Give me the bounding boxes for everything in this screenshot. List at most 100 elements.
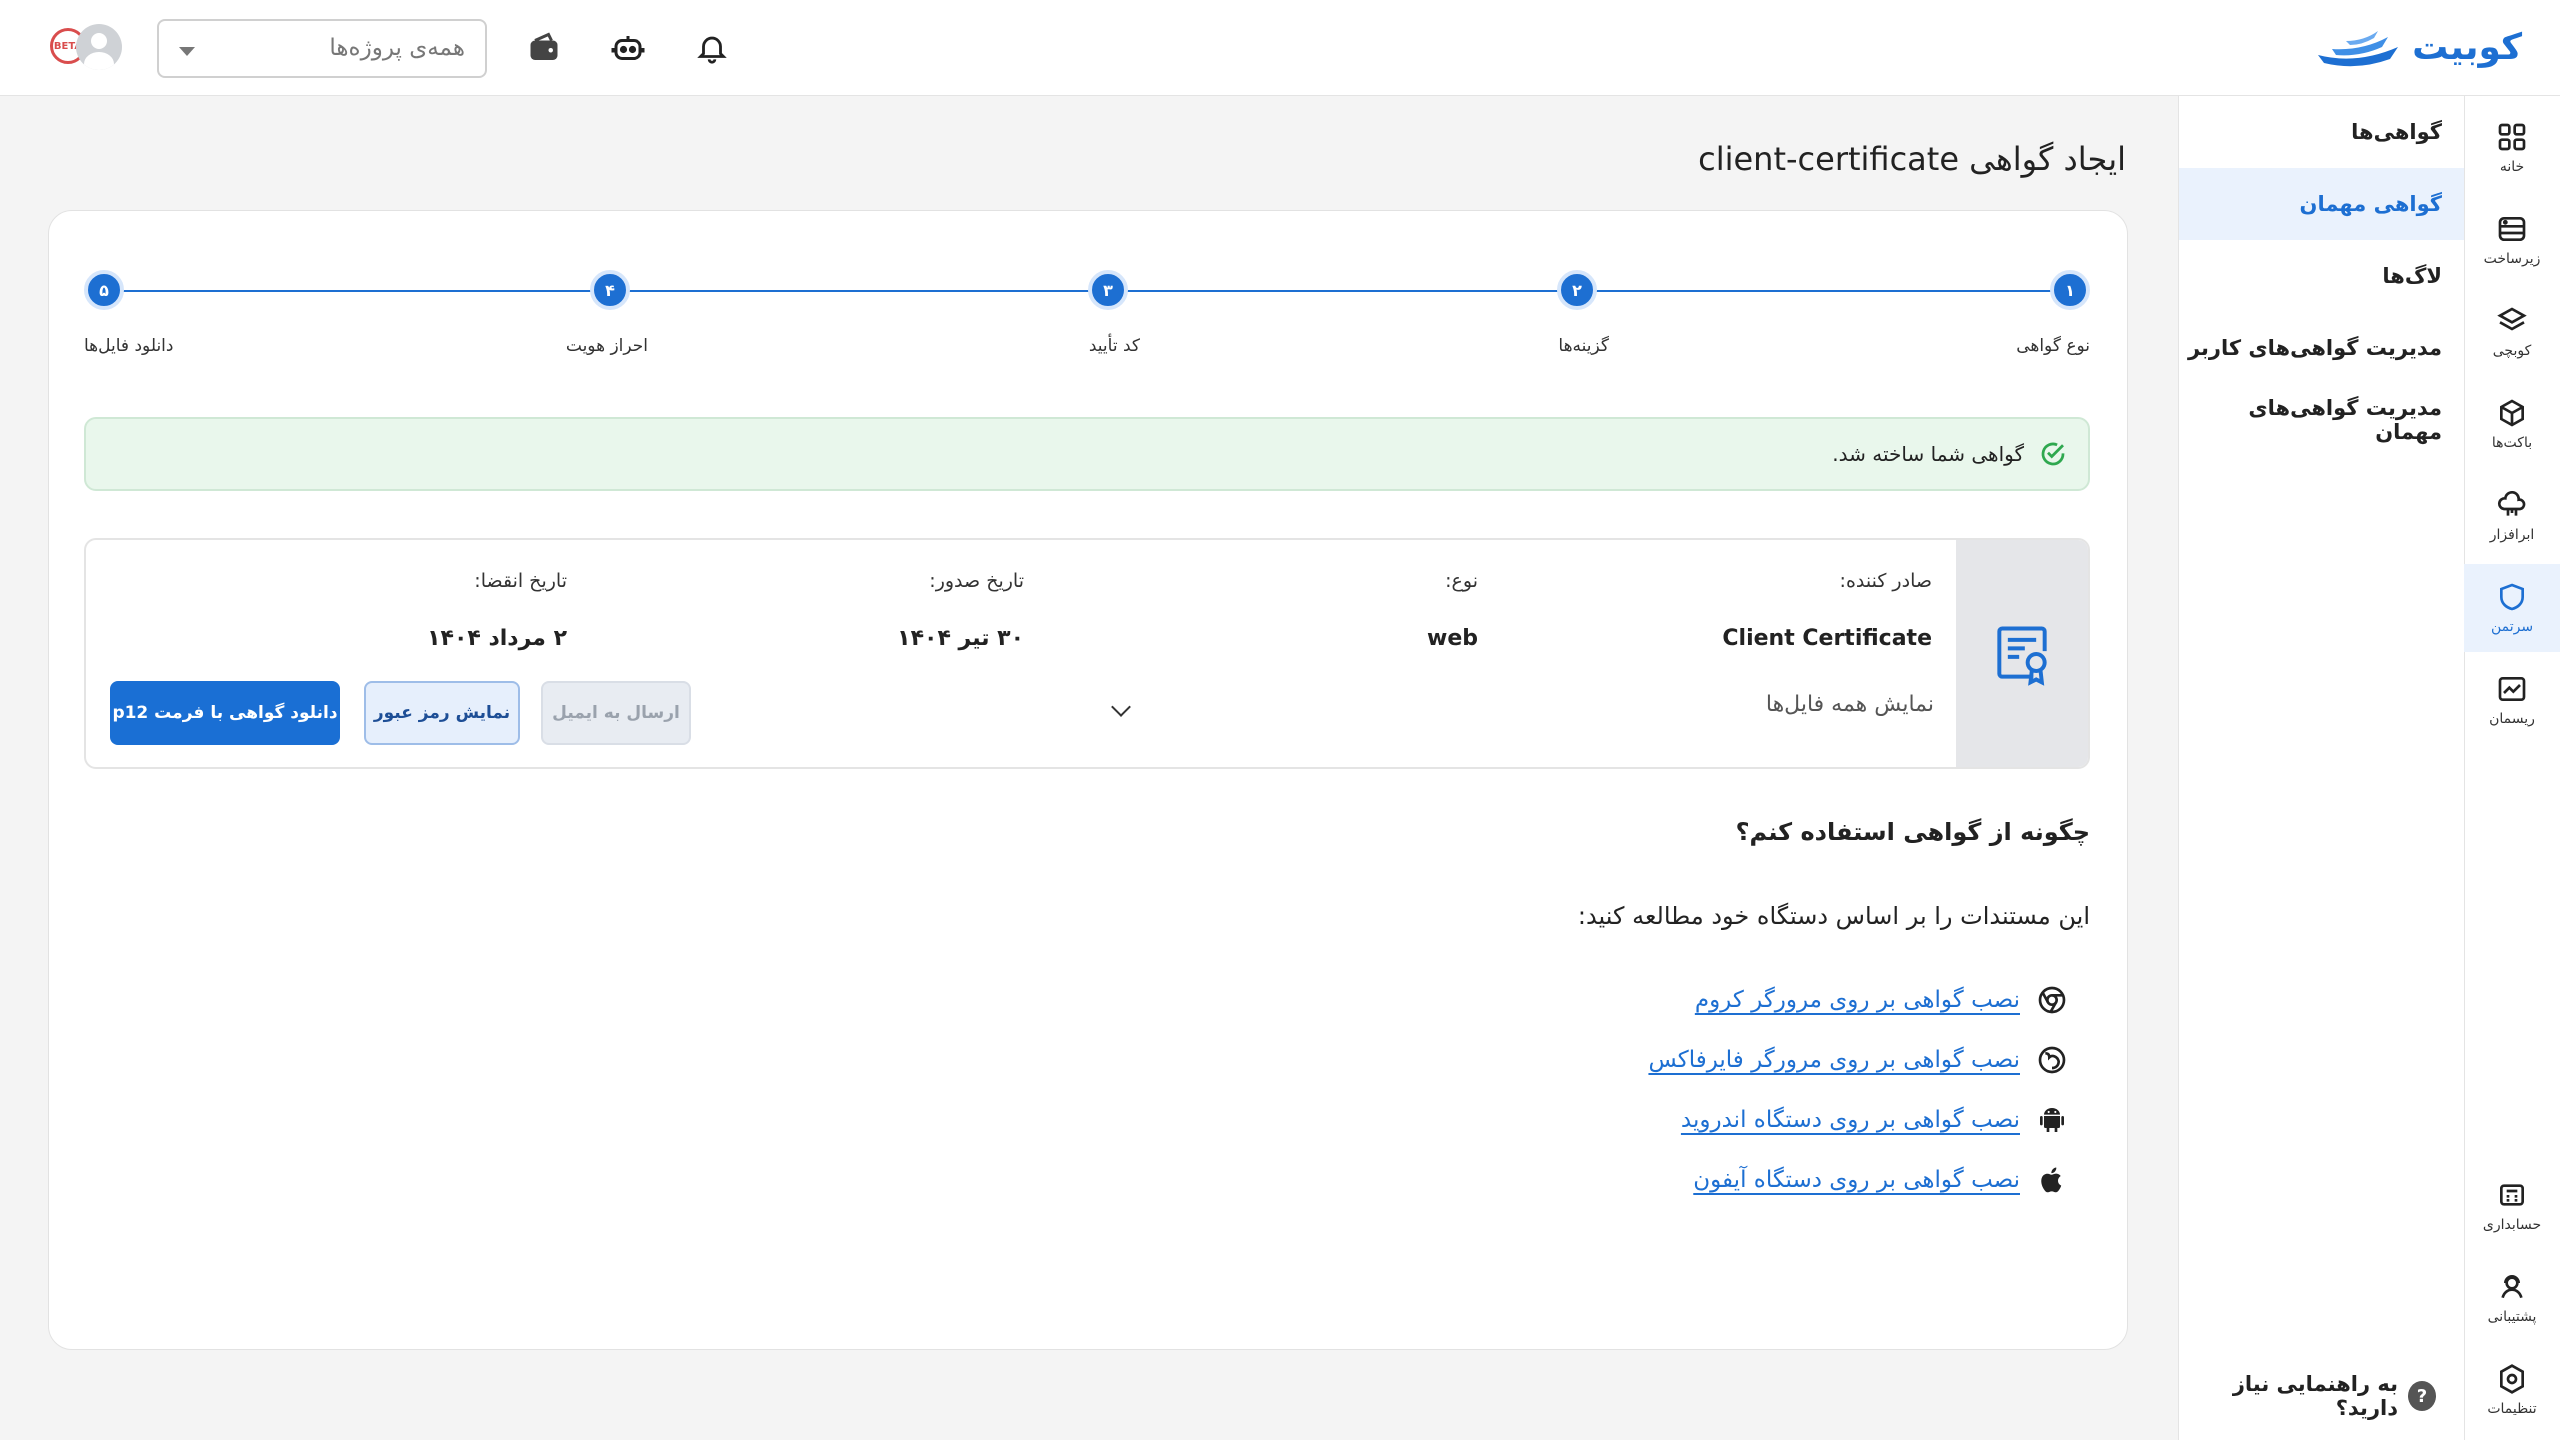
brand-logo[interactable]: کوبیت (2312, 22, 2522, 72)
rail-label: خانه (2499, 159, 2525, 175)
doc-link-label[interactable]: نصب گواهی بر روی مرورگر کروم (1695, 987, 2020, 1013)
certificate-icon (1997, 626, 2047, 686)
subnav-item-logs[interactable]: لاگ‌ها (2179, 240, 2464, 312)
check-circle-icon (2041, 442, 2065, 466)
rail-label: حسابداری (2482, 1217, 2542, 1233)
grid-icon (2498, 123, 2526, 151)
rail-label: ریسمان (2489, 711, 2535, 727)
type-label: نوع: (1445, 570, 1478, 592)
step-3: ۳ کد تأیید (1088, 270, 1140, 356)
top-bar: کوبیت همه‌ی پروژه‌ها BETA (0, 0, 2560, 96)
stepper: ۱ نوع گواهی ۲ گزینه‌ها ۳ کد تأیید ۴ احرا… (84, 270, 2090, 360)
subnav-item-user-certificates[interactable]: مدیریت گواهی‌های کاربر (2179, 312, 2464, 384)
doc-link-android[interactable]: نصب گواهی بر روی دستگاه اندروید (1681, 1102, 2070, 1138)
boat-logo-icon (2318, 31, 2399, 67)
step-label: گزینه‌ها (1558, 336, 1609, 356)
step-number: ۲ (1557, 270, 1597, 310)
rail-label: کوبچی (2492, 343, 2532, 359)
success-alert: گواهی شما ساخته شد. (84, 417, 2090, 491)
type-value: web (1427, 626, 1478, 651)
chevron-down-icon (179, 47, 195, 56)
rail-item-settings[interactable]: تنظیمات (2464, 1346, 2560, 1434)
chevron-down-icon[interactable] (1111, 697, 1131, 717)
android-icon (2034, 1102, 2070, 1138)
expiry-date-label: تاریخ انقضا: (474, 570, 567, 592)
doc-link-label[interactable]: نصب گواهی بر روی دستگاه آیفون (1693, 1167, 2020, 1193)
stepper-line (104, 290, 2070, 292)
rail-item-accounting[interactable]: حسابداری (2464, 1162, 2560, 1250)
shield-icon (2500, 583, 2524, 611)
rail-item-home[interactable]: خانه (2464, 104, 2560, 192)
sub-navigation: گواهی‌ها گواهی مهمان لاگ‌ها مدیریت گواهی… (2178, 96, 2464, 1440)
certificate-icon-box (1956, 540, 2088, 767)
alert-message: گواهی شما ساخته شد. (1832, 442, 2024, 466)
question-icon: ? (2408, 1381, 2436, 1411)
step-1: ۱ نوع گواهی (2016, 270, 2090, 356)
step-number: ۳ (1088, 270, 1128, 310)
doc-link-iphone[interactable]: نصب گواهی بر روی دستگاه آیفون (1693, 1162, 2070, 1198)
rail-label: زیرساخت (2483, 251, 2541, 267)
step-5: ۵ دانلود فایل‌ها (84, 270, 173, 356)
firefox-icon (2034, 1042, 2070, 1078)
doc-link-firefox[interactable]: نصب گواهی بر روی مرورگر فایرفاکس (1648, 1042, 2070, 1078)
step-2: ۲ گزینه‌ها (1557, 270, 1609, 356)
cube-icon (2500, 399, 2524, 427)
subnav-item-guest-certificate[interactable]: گواهی مهمان (2179, 168, 2464, 240)
subnav-item-certificates[interactable]: گواهی‌ها (2179, 96, 2464, 168)
project-select[interactable]: همه‌ی پروژه‌ها (157, 19, 487, 78)
rail-item-cloud-apps[interactable]: ابرافزار (2464, 472, 2560, 560)
step-label: دانلود فایل‌ها (84, 336, 174, 356)
doc-link-label[interactable]: نصب گواهی بر روی دستگاه اندروید (1681, 1107, 2020, 1133)
chrome-icon (2034, 982, 2070, 1018)
rail-label: سرتمن (2490, 619, 2534, 635)
rail-item-sertman[interactable]: سرتمن (2464, 564, 2560, 652)
howto-title: چگونه از گواهی استفاده کنم؟ (1735, 818, 2090, 846)
howto-subtitle: این مستندات را بر اساس دستگاه خود مطالعه… (1577, 902, 2090, 930)
rail-label: پشتیبانی (2487, 1309, 2537, 1325)
calculator-icon (2500, 1184, 2524, 1206)
settings-icon (2500, 1364, 2524, 1394)
step-number: ۴ (590, 270, 630, 310)
rail-item-support[interactable]: پشتیبانی (2464, 1254, 2560, 1342)
step-label: احراز هویت (565, 336, 648, 356)
robot-assistant-icon[interactable] (604, 24, 652, 72)
rail-item-infrastructure[interactable]: زیرساخت (2464, 196, 2560, 284)
show-password-button[interactable]: نمایش رمز عبور (364, 681, 520, 745)
cloud-app-icon (2497, 491, 2526, 516)
help-text: به راهنمایی نیاز دارید؟ (2232, 1372, 2399, 1420)
help-link[interactable]: ? به راهنمایی نیاز دارید؟ (2179, 1372, 2436, 1420)
notification-bell-icon[interactable] (688, 24, 736, 72)
download-p12-button[interactable]: دانلود گواهی با فرمت p12 (110, 681, 340, 745)
step-label: نوع گواهی (2016, 336, 2090, 356)
page-title: ایجاد گواهی client-certificate (1698, 140, 2126, 178)
rail-label: باکت‌ها (2491, 435, 2533, 451)
issuer-label: صادر کننده: (1839, 570, 1932, 592)
issue-date-label: تاریخ صدور: (929, 570, 1024, 592)
rail-item-risman[interactable]: ریسمان (2464, 656, 2560, 744)
user-menu[interactable]: BETA (48, 22, 124, 74)
main-rail: خانه زیرساخت کوبچی باکت‌ها ابرافزار سرتم… (2464, 96, 2560, 1440)
apple-icon (2034, 1162, 2070, 1198)
subnav-item-guest-certificates[interactable]: مدیریت گواهی‌های مهمان (2179, 384, 2464, 456)
doc-link-label[interactable]: نصب گواهی بر روی مرورگر فایرفاکس (1648, 1047, 2020, 1073)
rail-label: تنظیمات (2487, 1401, 2537, 1417)
layers-icon (2497, 307, 2527, 331)
chart-icon (2498, 677, 2526, 701)
rail-item-buckets[interactable]: باکت‌ها (2464, 380, 2560, 468)
certificate-card: صادر کننده: Client Certificate نوع: web … (84, 538, 2090, 769)
support-icon (2501, 1275, 2523, 1299)
doc-link-chrome[interactable]: نصب گواهی بر روی مرورگر کروم (1695, 982, 2070, 1018)
rail-label: ابرافزار (2489, 527, 2535, 543)
show-all-files-toggle[interactable]: نمایش همه فایل‌ها (1766, 692, 1934, 717)
step-number: ۵ (84, 270, 124, 310)
avatar[interactable] (76, 24, 122, 70)
rail-item-kubechi[interactable]: کوبچی (2464, 288, 2560, 376)
server-icon (2498, 217, 2526, 241)
step-label: کد تأیید (1088, 336, 1140, 356)
step-4: ۴ احراز هویت (566, 270, 648, 356)
send-email-button[interactable]: ارسال به ایمیل (541, 681, 691, 745)
expiry-date-value: ۲ مرداد ۱۴۰۴ (427, 626, 567, 651)
wallet-icon[interactable] (520, 24, 568, 72)
issue-date-value: ۳۰ تیر ۱۴۰۴ (897, 626, 1024, 651)
brand-name: کوبیت (2412, 26, 2522, 68)
